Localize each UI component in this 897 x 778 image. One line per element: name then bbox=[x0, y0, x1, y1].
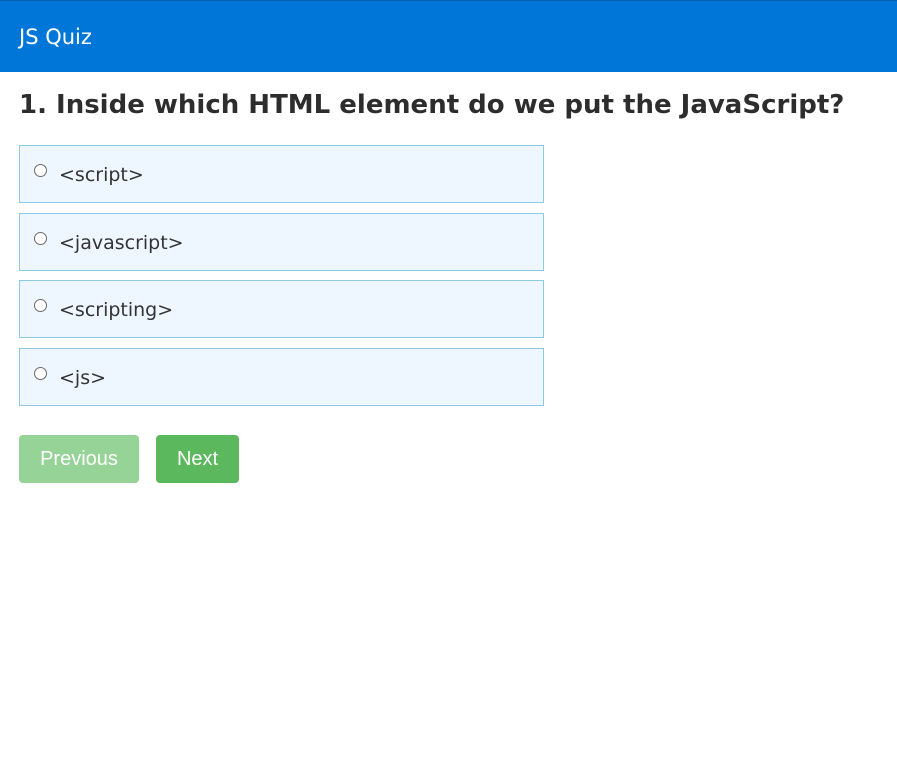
radio-button[interactable] bbox=[34, 367, 47, 380]
radio-button[interactable] bbox=[34, 299, 47, 312]
question-text: 1. Inside which HTML element do we put t… bbox=[19, 90, 845, 120]
answer-option-label: <js> bbox=[59, 367, 107, 389]
answer-option-1[interactable]: <script> bbox=[19, 145, 544, 203]
radio-button[interactable] bbox=[34, 164, 47, 177]
previous-button[interactable]: Previous bbox=[19, 435, 139, 483]
answer-option-4[interactable]: <js> bbox=[19, 348, 544, 406]
top-navbar: JS Quiz bbox=[0, 0, 897, 72]
answer-option-2[interactable]: <javascript> bbox=[19, 213, 544, 271]
answer-option-label: <javascript> bbox=[59, 232, 184, 254]
answer-option-3[interactable]: <scripting> bbox=[19, 280, 544, 338]
radio-button[interactable] bbox=[34, 232, 47, 245]
answer-option-label: <scripting> bbox=[59, 299, 174, 321]
answer-option-label: <script> bbox=[59, 164, 144, 186]
next-button[interactable]: Next bbox=[156, 435, 239, 483]
app-title: JS Quiz bbox=[19, 25, 92, 49]
